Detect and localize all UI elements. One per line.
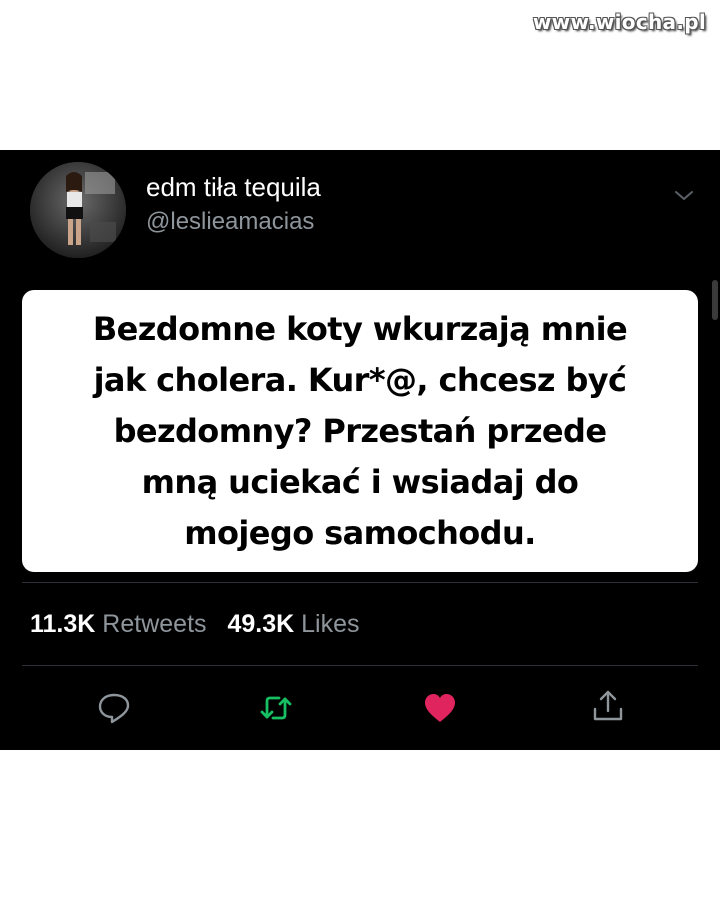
share-icon[interactable] — [590, 688, 626, 724]
avatar[interactable] — [30, 162, 126, 258]
watermark: www.wiocha.pl — [532, 10, 706, 34]
user-handle[interactable]: @leslieamacias — [146, 208, 314, 236]
likes-label[interactable]: Likes — [301, 610, 359, 638]
reply-icon[interactable] — [96, 690, 132, 726]
tweet-text: Bezdomne koty wkurzają mnie jak cholera.… — [92, 310, 628, 552]
likes-count[interactable]: 49.3K — [227, 610, 294, 638]
heart-icon[interactable] — [422, 690, 458, 726]
tweet-stats: 11.3K Retweets 49.3K Likes — [30, 610, 374, 639]
divider — [22, 665, 698, 666]
retweets-count[interactable]: 11.3K — [30, 610, 95, 638]
tweet: edm tiła tequila @leslieamacias Bezdomne… — [0, 150, 720, 750]
display-name[interactable]: edm tiła tequila — [146, 172, 321, 203]
avatar-photo — [30, 162, 126, 258]
scrollbar[interactable] — [712, 280, 718, 320]
divider — [22, 582, 698, 583]
tweet-text-card: Bezdomne koty wkurzają mnie jak cholera.… — [22, 290, 698, 572]
chevron-down-icon[interactable] — [672, 184, 696, 208]
retweets-label[interactable]: Retweets — [102, 610, 206, 638]
retweet-icon[interactable] — [258, 690, 294, 726]
